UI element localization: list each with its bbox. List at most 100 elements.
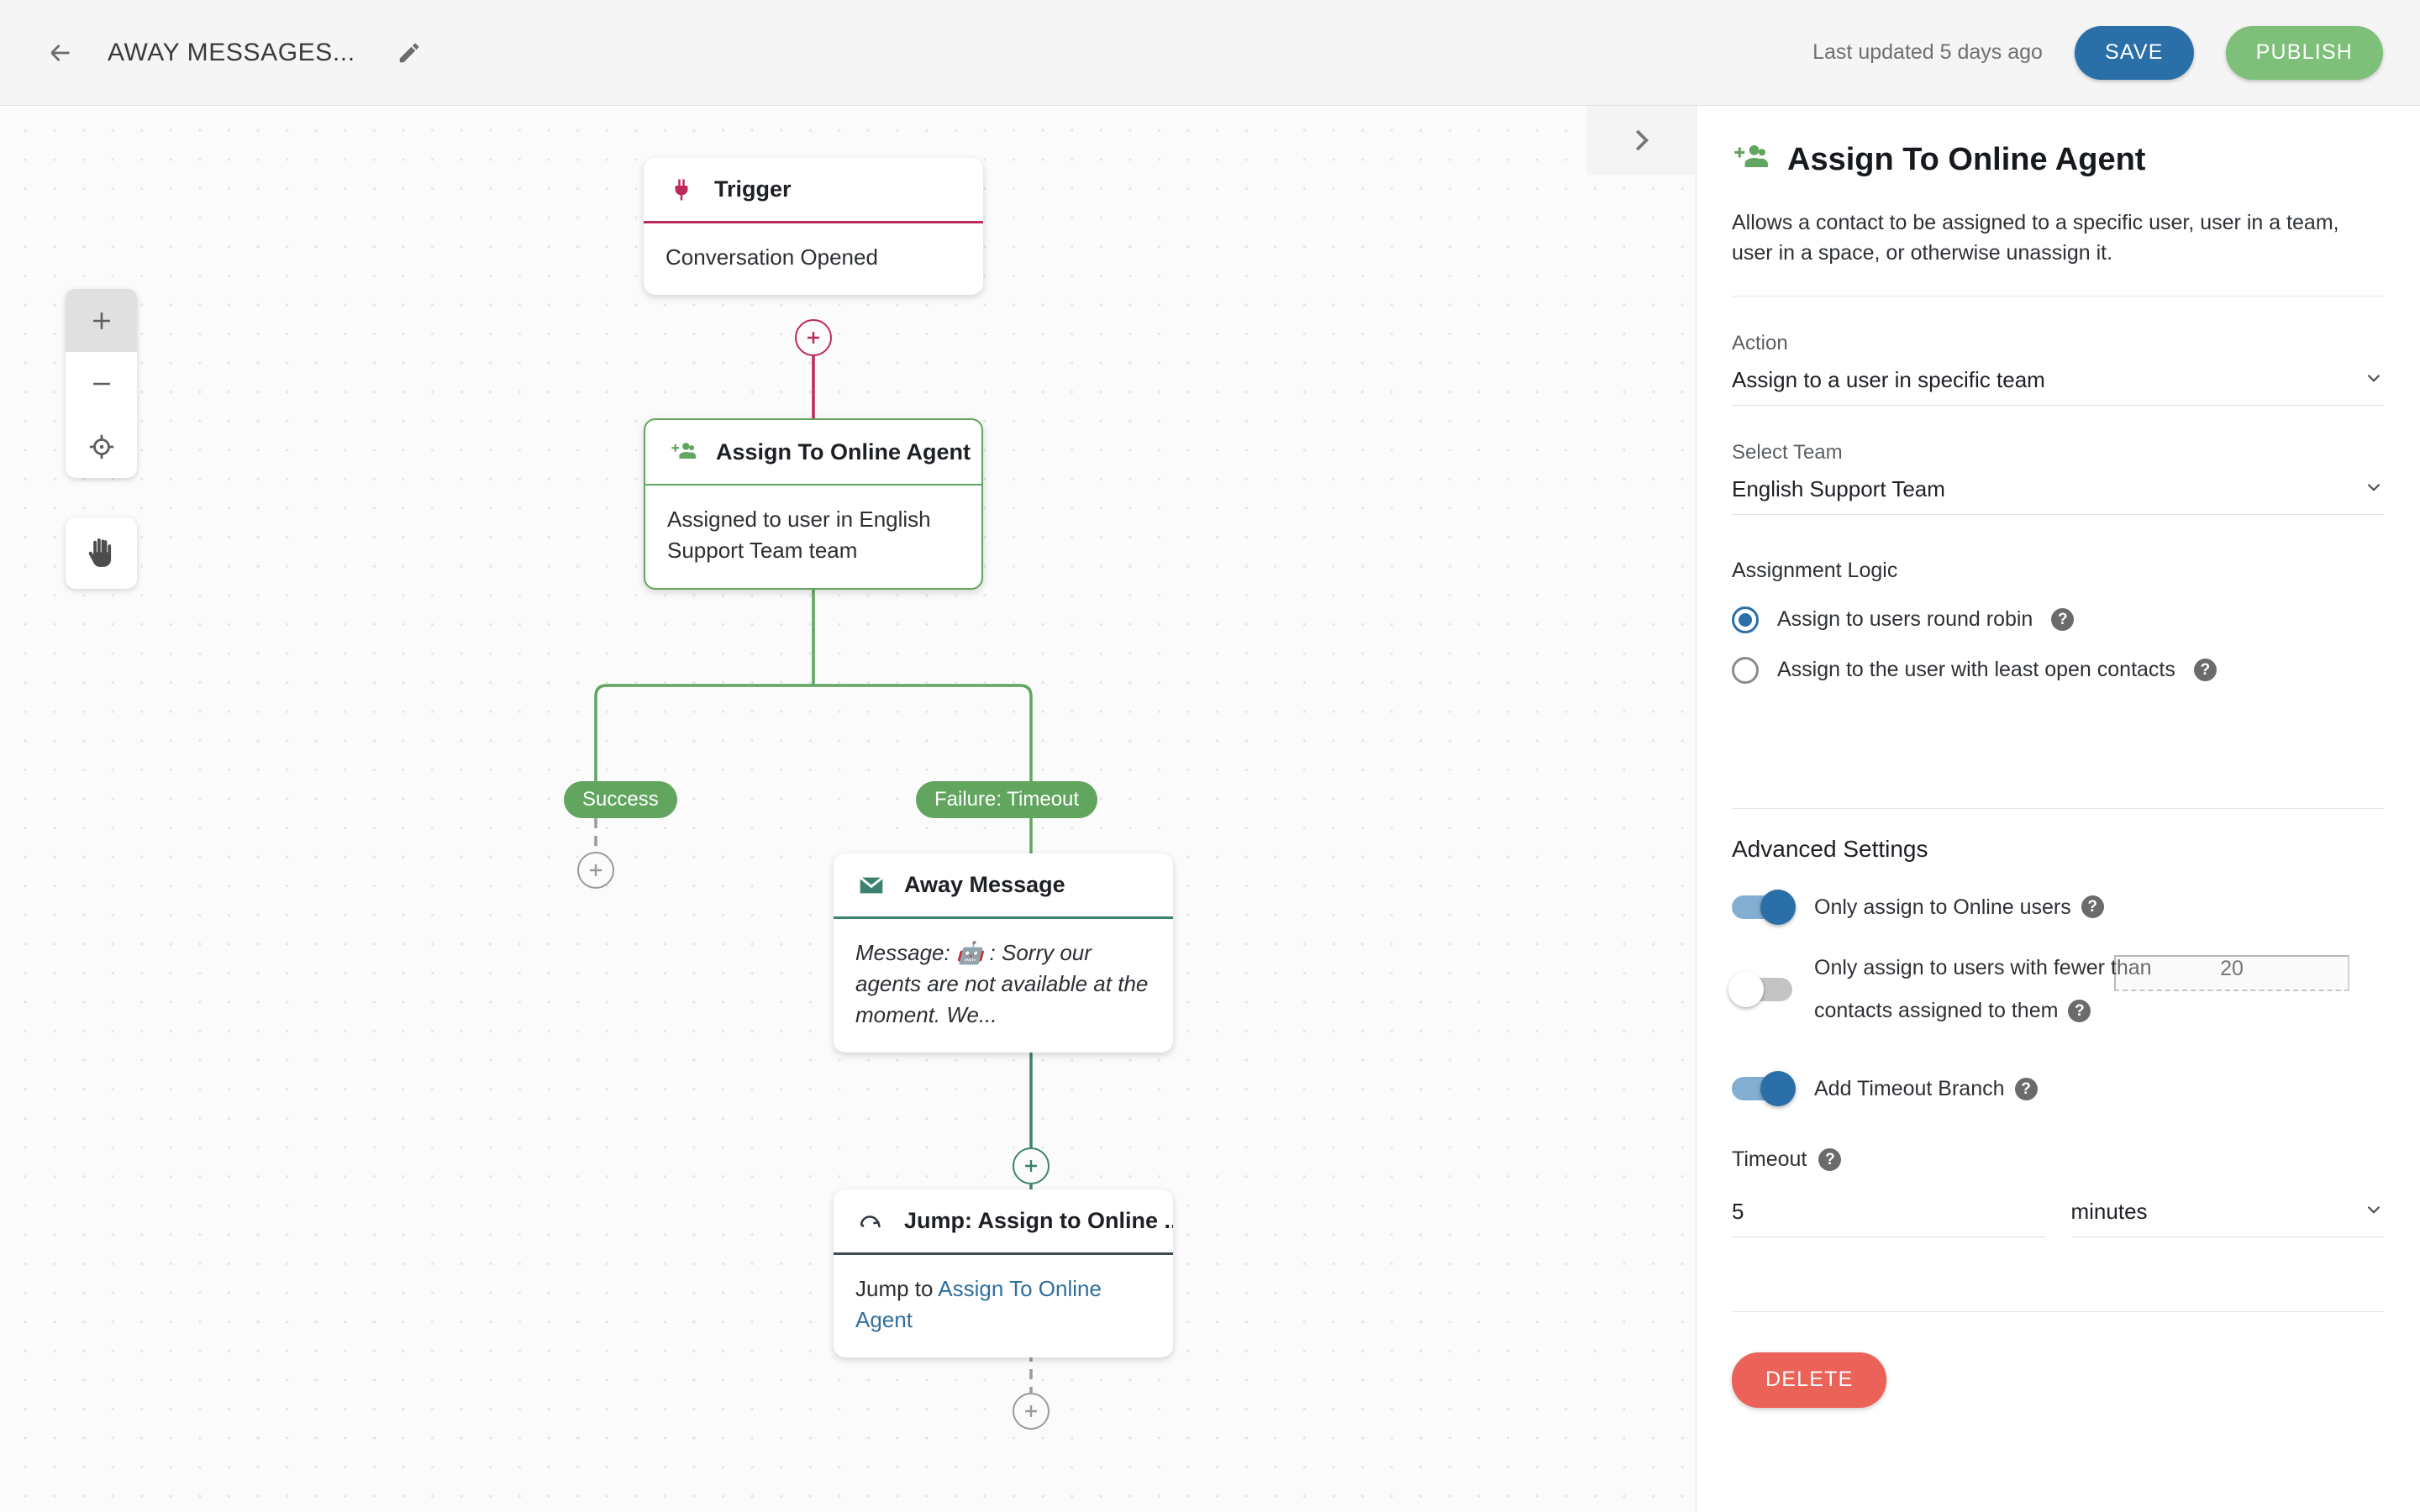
- person-add-icon: [667, 436, 699, 468]
- pan-tool-button[interactable]: [66, 517, 137, 589]
- flow-node-trigger[interactable]: Trigger Conversation Opened: [644, 158, 983, 295]
- toggle-knob: [1728, 972, 1764, 1007]
- node-header: Trigger: [644, 158, 983, 223]
- node-title: Assign To Online Agent: [716, 438, 971, 465]
- team-field: Select Team English Support Team: [1732, 441, 2385, 515]
- node-header: Jump: Assign to Online ...: [834, 1189, 1173, 1255]
- recenter-button[interactable]: [66, 415, 137, 478]
- page-title: AWAY MESSAGES...: [108, 38, 355, 66]
- node-title: Trigger: [714, 176, 792, 202]
- edit-title-button[interactable]: [389, 33, 429, 73]
- minus-icon: [92, 382, 110, 385]
- add-step-button-success[interactable]: [577, 852, 614, 889]
- flow-node-assign-to-online-agent[interactable]: Assign To Online Agent Assigned to user …: [644, 418, 983, 590]
- radio-label: Assign to users round robin: [1777, 607, 2033, 631]
- last-updated-text: Last updated 5 days ago: [1812, 40, 2043, 64]
- jump-arrow-icon: [855, 1205, 887, 1237]
- save-button[interactable]: SAVE: [2074, 25, 2194, 80]
- panel-title: Assign To Online Agent: [1787, 142, 2146, 177]
- timeout-unit-select[interactable]: minutes: [2070, 1198, 2385, 1237]
- publish-button[interactable]: PUBLISH: [2225, 25, 2383, 80]
- toggle-fewer-than-contacts[interactable]: [1728, 972, 1792, 1007]
- add-step-button-jump[interactable]: [1013, 1393, 1050, 1430]
- chevron-right-icon: [1635, 129, 1649, 151]
- help-icon[interactable]: ?: [2193, 659, 2217, 681]
- toggle-only-online-users[interactable]: [1732, 889, 1796, 925]
- divider: [1732, 807, 2385, 809]
- zoom-out-button[interactable]: [66, 352, 137, 415]
- toggle-row-timeout-branch: Add Timeout Branch ?: [1732, 1071, 2385, 1107]
- timeout-value-input[interactable]: 5: [1732, 1199, 2046, 1237]
- chevron-down-icon: [2363, 476, 2385, 502]
- toggle-row-online-users: Only assign to Online users ?: [1732, 889, 2385, 925]
- top-bar: AWAY MESSAGES... Last updated 5 days ago…: [0, 0, 2420, 106]
- topbar-actions: Last updated 5 days ago SAVE PUBLISH: [1812, 25, 2383, 80]
- branch-pill-failure-timeout[interactable]: Failure: Timeout: [916, 781, 1098, 818]
- flow-node-away-message[interactable]: Away Message Message: 🤖 : Sorry our agen…: [834, 853, 1173, 1053]
- node-title: Away Message: [904, 872, 1065, 897]
- pencil-icon: [399, 43, 418, 62]
- node-body: Conversation Opened: [666, 244, 878, 270]
- envelope-icon: [855, 869, 887, 901]
- chevron-down-icon: [2363, 367, 2385, 393]
- timeout-field: Timeout ? 5 minutes: [1732, 1147, 2385, 1237]
- panel-description: Allows a contact to be assigned to a spe…: [1732, 211, 2339, 265]
- action-label: Action: [1732, 331, 1788, 354]
- toggle-label-text: Add Timeout Branch: [1814, 1076, 2005, 1100]
- node-header: Away Message: [834, 853, 1173, 919]
- timeout-unit: minutes: [2070, 1198, 2148, 1224]
- action-value: Assign to a user in specific team: [1732, 366, 2045, 392]
- jump-body-prefix: Jump to: [855, 1276, 939, 1301]
- arrow-left-icon: [50, 44, 70, 61]
- flow-builder-app: AWAY MESSAGES... Last updated 5 days ago…: [0, 0, 2420, 1512]
- toggle-knob: [1760, 889, 1796, 925]
- toggle-knob: [1760, 1071, 1796, 1107]
- help-icon[interactable]: ?: [2051, 608, 2075, 631]
- collapse-panel-button[interactable]: [1587, 106, 1695, 175]
- timeout-label: Timeout: [1732, 1147, 1807, 1171]
- toggle-label: Add Timeout Branch ?: [1814, 1073, 2038, 1105]
- help-icon[interactable]: ?: [2068, 999, 2091, 1022]
- radio-label: Assign to the user with least open conta…: [1777, 658, 2175, 681]
- timeout-value-wrap: 5: [1732, 1187, 2046, 1237]
- timeout-inputs: 5 minutes: [1732, 1187, 2385, 1237]
- toggle-add-timeout-branch[interactable]: [1732, 1071, 1796, 1107]
- add-step-button-away-message[interactable]: [1013, 1147, 1050, 1184]
- timeout-unit-wrap: minutes: [2070, 1187, 2385, 1237]
- max-contacts-input[interactable]: [2114, 955, 2349, 992]
- zoom-in-button[interactable]: [66, 289, 137, 352]
- help-icon[interactable]: ?: [2014, 1077, 2038, 1100]
- radio-indicator: [1732, 606, 1759, 633]
- hand-icon: [88, 538, 111, 567]
- toggle-label-text-part1: Only assign to users with fewer than: [1814, 956, 2152, 980]
- action-select[interactable]: Assign to a user in specific team: [1732, 367, 2385, 406]
- team-label: Select Team: [1732, 440, 1843, 464]
- plus-icon: [92, 312, 110, 329]
- timeout-label-row: Timeout ?: [1732, 1147, 2385, 1172]
- toggle-label: Only assign to Online users ?: [1814, 891, 2104, 924]
- delete-button[interactable]: DELETE: [1732, 1352, 1887, 1408]
- step-settings-panel: Assign To Online Agent Allows a contact …: [1696, 106, 2420, 1512]
- team-select[interactable]: English Support Team: [1732, 476, 2385, 515]
- add-step-button-trigger[interactable]: [795, 319, 832, 356]
- branch-label: Success: [582, 788, 659, 811]
- node-body: Message: 🤖 : Sorry our agents are not av…: [855, 940, 1149, 1027]
- flow-node-jump[interactable]: Jump: Assign to Online ... Jump to Assig…: [834, 1189, 1173, 1357]
- advanced-settings-title: Advanced Settings: [1732, 835, 1928, 862]
- action-field: Action Assign to a user in specific team: [1732, 332, 2385, 406]
- node-header: Assign To Online Agent: [645, 420, 981, 486]
- radio-round-robin[interactable]: Assign to users round robin ?: [1732, 606, 2385, 633]
- branch-pill-success[interactable]: Success: [564, 781, 677, 818]
- divider: [1732, 295, 2385, 297]
- assignment-logic-label: Assignment Logic: [1732, 558, 1898, 582]
- node-body: Assigned to user in English Support Team…: [667, 507, 931, 563]
- help-icon[interactable]: ?: [2081, 895, 2104, 919]
- radio-least-open-contacts[interactable]: Assign to the user with least open conta…: [1732, 656, 2385, 684]
- help-icon[interactable]: ?: [1818, 1147, 1842, 1171]
- toggle-label-text: Only assign to Online users: [1814, 895, 2071, 919]
- flow-canvas[interactable]: Trigger Conversation Opened Assign To On…: [0, 106, 1696, 1512]
- node-body: Jump to Assign To Online Agent: [834, 1255, 1173, 1357]
- back-button[interactable]: [37, 29, 84, 76]
- zoom-controls: [66, 289, 137, 478]
- plug-icon: [666, 174, 697, 206]
